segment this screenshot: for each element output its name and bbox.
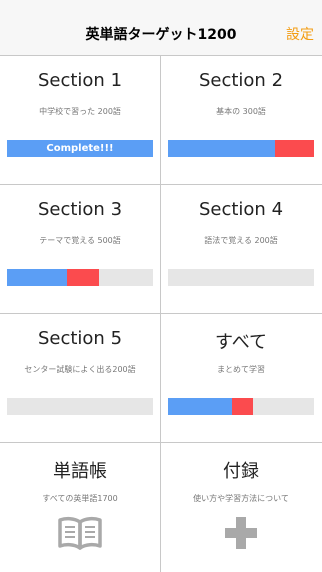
open-book-icon [0, 515, 160, 559]
wordbook-tile[interactable]: 単語帳 すべての英単語1700 [0, 443, 160, 571]
section-subtitle: 語法で覚える 200語 [204, 236, 278, 245]
progress-review [232, 398, 253, 415]
section-subtitle: 中学校で習った 200語 [39, 107, 121, 116]
progress-bar [168, 398, 314, 415]
section-3-tile[interactable]: Section 3 テーマで覚える 500語 [0, 185, 160, 313]
progress-review [66, 269, 99, 286]
progress-review [274, 140, 314, 157]
complete-label: Complete!!! [46, 143, 114, 154]
progress-learned [168, 140, 275, 157]
plus-icon [161, 515, 321, 559]
section-title: Section 4 [198, 199, 284, 220]
section-title: Section 5 [37, 328, 123, 349]
progress-bar [168, 269, 314, 286]
settings-button[interactable]: 設定 [286, 0, 314, 56]
section-subtitle: まとめて学習 [217, 365, 265, 374]
section-subtitle: センター試験によく出る200語 [24, 365, 136, 374]
section-title: 単語帳 [53, 461, 107, 482]
all-sections-tile[interactable]: すべて まとめて学習 [161, 314, 321, 442]
section-title: Section 1 [37, 70, 123, 91]
progress-learned [7, 269, 67, 286]
section-subtitle: 基本の 300語 [216, 107, 266, 116]
progress-learned [168, 398, 233, 415]
progress-bar: Complete!!! [7, 140, 153, 157]
section-5-tile[interactable]: Section 5 センター試験によく出る200語 [0, 314, 160, 442]
section-title: 付録 [223, 461, 259, 482]
section-1-tile[interactable]: Section 1 中学校で習った 200語 Complete!!! [0, 56, 160, 184]
section-subtitle: すべての英単語1700 [42, 494, 118, 503]
section-4-tile[interactable]: Section 4 語法で覚える 200語 [161, 185, 321, 313]
navigation-bar: 英単語ターゲット1200 設定 [0, 0, 322, 56]
section-subtitle: 使い方や学習方法について [193, 494, 289, 503]
progress-bar [168, 140, 314, 157]
section-2-tile[interactable]: Section 2 基本の 300語 [161, 56, 321, 184]
section-title: すべて [214, 332, 268, 353]
progress-bar [7, 269, 153, 286]
progress-bar [7, 398, 153, 415]
page-title: 英単語ターゲット1200 [85, 27, 237, 43]
appendix-tile[interactable]: 付録 使い方や学習方法について [161, 443, 321, 571]
section-title: Section 3 [37, 199, 123, 220]
section-title: Section 2 [198, 70, 284, 91]
section-subtitle: テーマで覚える 500語 [39, 236, 121, 245]
